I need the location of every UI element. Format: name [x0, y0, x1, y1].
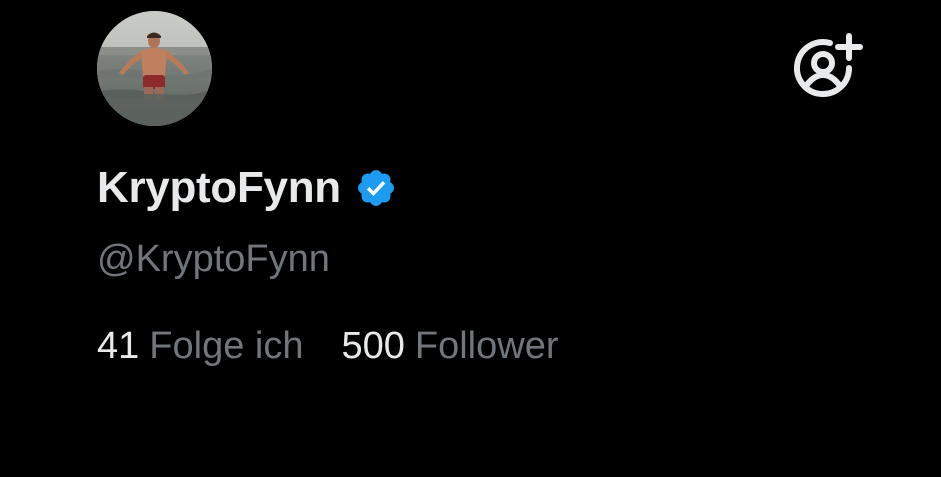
following-link[interactable]: 41 Folge ich: [97, 325, 303, 368]
username-handle: @KryptoFynn: [97, 238, 330, 280]
followers-count: 500: [341, 325, 405, 367]
followers-link[interactable]: 500 Follower: [341, 325, 558, 368]
follow-stats: 41 Folge ich 500 Follower: [97, 325, 559, 368]
avatar[interactable]: [97, 11, 212, 126]
profile-name-row: KryptoFynn: [97, 160, 397, 216]
following-count: 41: [97, 325, 140, 367]
following-label: Folge ich: [149, 325, 304, 367]
display-name: KryptoFynn: [97, 163, 341, 212]
follow-button[interactable]: [792, 33, 864, 103]
followers-label: Follower: [414, 325, 559, 367]
verified-badge-icon[interactable]: [355, 167, 397, 209]
add-user-icon: [794, 33, 863, 98]
avatar-photo: [97, 11, 212, 126]
